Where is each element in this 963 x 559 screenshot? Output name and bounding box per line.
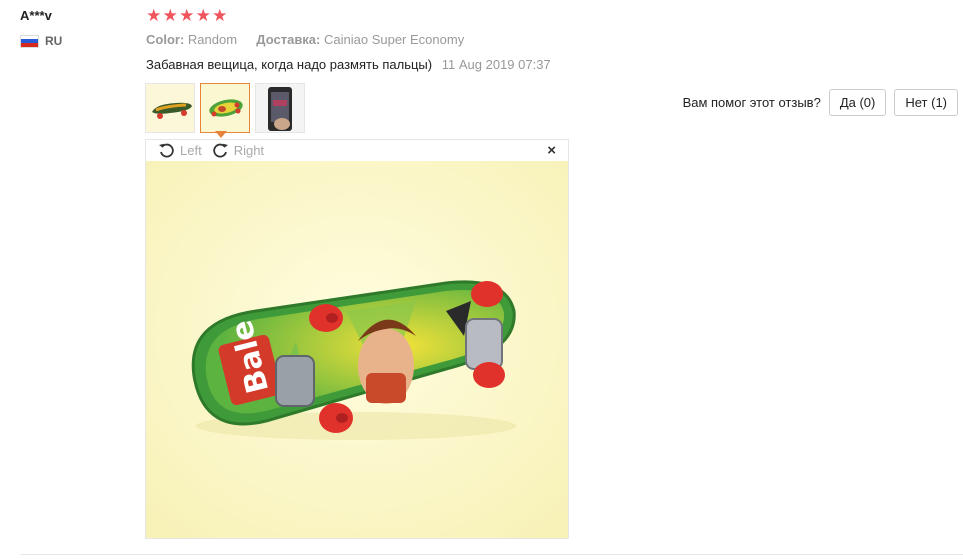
close-icon[interactable]: ×	[547, 142, 556, 159]
shipping-label: Доставка:	[256, 32, 321, 47]
order-details: Color: Random Доставка: Cainiao Super Ec…	[146, 32, 464, 47]
star-icon: ★	[162, 6, 178, 25]
rotate-right-label: Right	[233, 143, 265, 158]
photo-viewer: Left Right × Bale	[145, 139, 569, 539]
reviewer-name: A***v	[20, 8, 52, 23]
photo-thumbnail-active[interactable]	[200, 83, 250, 133]
star-icon: ★	[212, 6, 228, 25]
star-icon: ★	[146, 6, 162, 25]
star-icon: ★	[195, 6, 211, 25]
helpful-question: Вам помог этот отзыв?	[682, 95, 821, 110]
photo-thumbnail[interactable]	[255, 83, 305, 133]
rotate-right-icon	[213, 143, 228, 158]
shipping-value: Cainiao Super Economy	[324, 32, 465, 47]
color-label: Color:	[146, 32, 185, 47]
rotate-right-button[interactable]: Right	[212, 142, 264, 159]
review-date: 11 Aug 2019 07:37	[441, 57, 551, 72]
active-thumbnail-pointer	[215, 131, 227, 138]
reviewer-country: RU	[20, 34, 130, 48]
review-text-line: Забавная вещица, когда надо размять паль…	[146, 57, 551, 72]
russia-flag-icon	[20, 34, 39, 48]
vote-yes-button[interactable]: Да (0)	[828, 89, 887, 116]
rotate-left-button[interactable]: Left	[158, 142, 202, 159]
review-text: Забавная вещица, когда надо размять паль…	[146, 57, 433, 72]
star-icon: ★	[179, 6, 195, 25]
color-value: Random	[187, 32, 238, 47]
country-code: RU	[45, 34, 63, 48]
reviewer-info: A***v RU	[20, 8, 130, 48]
photo-thumbnails	[145, 83, 305, 133]
viewer-toolbar: Left Right ×	[146, 140, 568, 161]
photo-thumbnail[interactable]	[145, 83, 195, 133]
review-photo: Bale	[146, 161, 568, 538]
helpful-vote: Вам помог этот отзыв? Да (0) Нет (1)	[683, 89, 958, 116]
review-divider	[20, 554, 963, 555]
rotate-left-label: Left	[180, 143, 202, 158]
rotate-left-icon	[159, 143, 174, 158]
vote-no-button[interactable]: Нет (1)	[894, 89, 958, 116]
star-rating: ★ ★ ★ ★ ★	[146, 6, 228, 26]
